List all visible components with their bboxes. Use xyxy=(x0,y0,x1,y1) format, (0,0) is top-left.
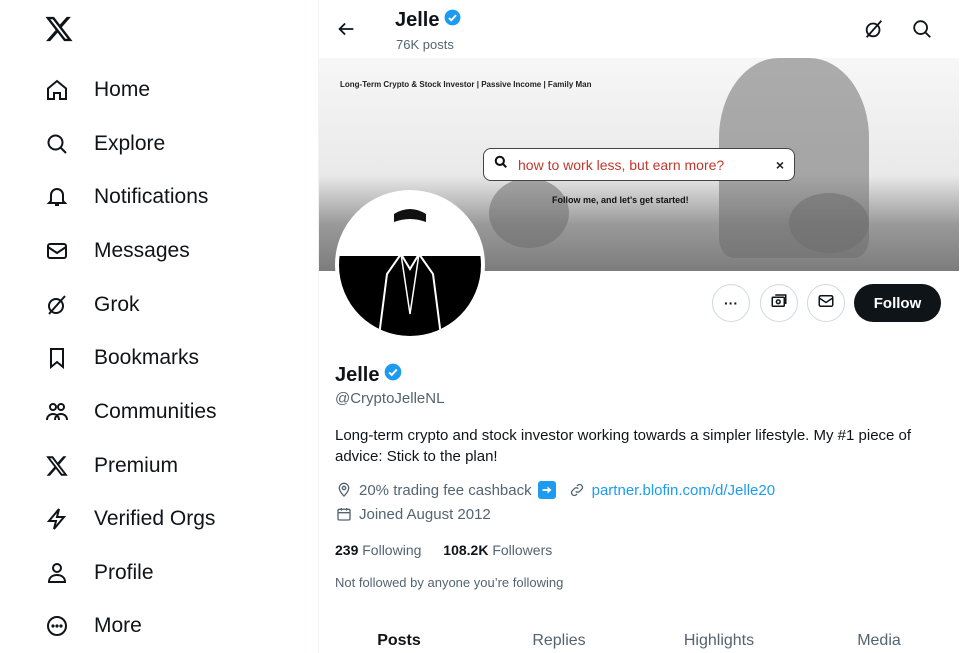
verified-badge-icon xyxy=(443,8,462,33)
not-followed-note: Not followed by anyone you’re following xyxy=(335,575,564,590)
banner-subline: Follow me, and let's get started! xyxy=(552,195,689,205)
person-icon xyxy=(44,560,70,586)
profile-handle: @CryptoJelleNL xyxy=(335,390,445,407)
sidebar-item-label: Bookmarks xyxy=(94,346,200,369)
followers-link[interactable]: 108.2K Followers xyxy=(443,542,552,558)
profile-tabs: Posts Replies Highlights Media xyxy=(319,618,959,653)
grok-icon xyxy=(44,292,70,318)
sidebar-item-home[interactable]: Home xyxy=(44,70,150,110)
close-icon: × xyxy=(775,156,784,173)
x-logo-icon[interactable] xyxy=(44,14,74,44)
follow-stats: 239 Following 108.2K Followers xyxy=(335,542,552,558)
profile-meta-row: 20% trading fee cashback partner.blofin.… xyxy=(335,481,775,499)
x-logo-icon xyxy=(44,453,70,479)
sidebar-item-communities[interactable]: Communities xyxy=(44,392,217,432)
profile-column: Jelle 76K posts Long-Term Crypto & Stock… xyxy=(318,0,959,653)
subscribe-button[interactable] xyxy=(760,284,798,322)
search-icon[interactable] xyxy=(911,18,933,40)
more-icon: ··· xyxy=(724,295,738,311)
tab-media[interactable]: Media xyxy=(799,618,959,653)
tab-replies[interactable]: Replies xyxy=(479,618,639,653)
banner-search-text: how to work less, but earn more? xyxy=(518,156,725,173)
banner-search-graphic: how to work less, but earn more? × xyxy=(483,148,795,181)
sidebar-item-explore[interactable]: Explore xyxy=(44,124,165,164)
calendar-icon xyxy=(335,505,353,523)
avatar[interactable] xyxy=(335,190,485,340)
right-arrow-emoji-icon xyxy=(537,481,556,499)
profile-name: Jelle xyxy=(335,362,403,388)
header-post-count: 76K posts xyxy=(396,37,454,52)
avatar-figure xyxy=(378,209,442,336)
profile-name-text: Jelle xyxy=(335,363,380,386)
followers-label: Followers xyxy=(492,542,553,558)
profile-bio: Long-term crypto and stock investor work… xyxy=(335,427,912,465)
sidebar-item-grok[interactable]: Grok xyxy=(44,285,140,325)
sidebar-item-messages[interactable]: Messages xyxy=(44,231,190,271)
back-arrow-icon[interactable] xyxy=(335,18,357,40)
bookmark-icon xyxy=(44,345,70,371)
profile-location: 20% trading fee cashback xyxy=(359,481,532,499)
profile-joined-row: Joined August 2012 xyxy=(335,505,491,523)
sidebar-nav: Home Explore Notifications Messages Grok… xyxy=(0,0,318,653)
sidebar-item-label: Notifications xyxy=(94,185,209,208)
lightning-icon xyxy=(44,506,70,532)
camera-money-icon xyxy=(770,292,788,315)
tab-highlights[interactable]: Highlights xyxy=(639,618,799,653)
sidebar-item-label: Grok xyxy=(94,293,140,316)
more-button[interactable]: ··· xyxy=(712,284,750,322)
search-icon xyxy=(494,155,508,174)
banner-child-right xyxy=(789,193,869,253)
communities-icon xyxy=(44,399,70,425)
profile-website-link[interactable]: partner.blofin.com/d/Jelle20 xyxy=(592,482,775,499)
verified-badge-icon[interactable] xyxy=(383,362,403,388)
profile-header-bar: Jelle 76K posts xyxy=(319,0,959,58)
profile-joined: Joined August 2012 xyxy=(359,505,491,523)
following-count: 239 xyxy=(335,542,359,558)
home-icon xyxy=(44,77,70,103)
sidebar-item-label: Home xyxy=(94,78,151,101)
location-pin-icon xyxy=(335,481,353,499)
sidebar-item-verified-orgs[interactable]: Verified Orgs xyxy=(44,499,215,539)
sidebar-item-label: Explore xyxy=(94,132,166,155)
header-name: Jelle xyxy=(395,8,462,33)
banner-tagline: Long-Term Crypto & Stock Investor | Pass… xyxy=(340,80,592,89)
banner-child-left xyxy=(489,178,569,248)
bell-icon xyxy=(44,184,70,210)
sidebar-item-label: Communities xyxy=(94,400,217,423)
header-name-text: Jelle xyxy=(395,9,440,31)
following-label: Following xyxy=(362,542,422,558)
sidebar-item-label: Profile xyxy=(94,561,154,584)
message-button[interactable] xyxy=(807,284,845,322)
sidebar-item-more[interactable]: More xyxy=(44,606,142,646)
sidebar-item-label: More xyxy=(94,614,142,637)
search-icon xyxy=(44,131,70,157)
sidebar-item-profile[interactable]: Profile xyxy=(44,553,154,593)
sidebar-item-label: Messages xyxy=(94,239,190,262)
sidebar-item-label: Verified Orgs xyxy=(94,507,216,530)
grok-icon[interactable] xyxy=(863,18,885,40)
sidebar-item-label: Premium xyxy=(94,454,179,477)
sidebar-item-notifications[interactable]: Notifications xyxy=(44,177,208,217)
sidebar-item-bookmarks[interactable]: Bookmarks xyxy=(44,338,199,378)
follow-button[interactable]: Follow xyxy=(854,284,941,322)
more-circle-icon xyxy=(44,613,70,639)
sidebar-item-premium[interactable]: Premium xyxy=(44,446,178,486)
envelope-icon xyxy=(44,238,70,264)
link-icon xyxy=(568,481,586,499)
following-link[interactable]: 239 Following xyxy=(335,542,421,558)
envelope-icon xyxy=(817,292,835,315)
followers-count: 108.2K xyxy=(443,542,489,558)
tab-posts[interactable]: Posts xyxy=(319,618,479,653)
